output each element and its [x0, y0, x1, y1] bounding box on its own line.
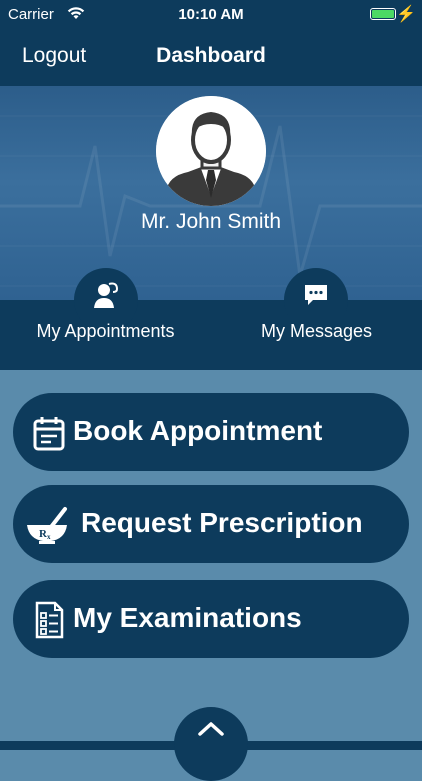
doctor-icon [94, 282, 119, 308]
battery-icon [370, 8, 396, 20]
book-appointment-label: Book Appointment [73, 415, 323, 446]
mortar-pestle-rx-icon: R x [27, 507, 67, 544]
dashboard-tabs: My Appointments My Messages [0, 268, 422, 370]
avatar[interactable] [156, 96, 266, 206]
tab-my-appointments[interactable]: My Appointments [0, 321, 211, 342]
my-examinations-label: My Examinations [73, 602, 302, 633]
user-avatar-icon [156, 96, 266, 206]
clipboard-list-icon [35, 601, 64, 639]
page-title: Dashboard [156, 44, 266, 67]
chat-bubble-icon [305, 285, 327, 305]
my-examinations-button[interactable]: My Examinations [13, 580, 409, 658]
charging-icon: ⚡ [396, 6, 416, 23]
request-prescription-label: Request Prescription [81, 507, 363, 538]
tab-my-messages[interactable]: My Messages [211, 321, 422, 342]
expand-button[interactable] [174, 707, 248, 781]
request-prescription-button[interactable]: R x Request Prescription [13, 485, 409, 563]
calendar-icon [33, 417, 65, 451]
book-appointment-button[interactable]: Book Appointment [13, 393, 409, 471]
patient-name: Mr. John Smith [140, 210, 282, 233]
clock: 10:10 AM [178, 6, 244, 23]
svg-text:x: x [47, 533, 51, 541]
profile-header: Mr. John Smith [0, 86, 422, 300]
status-bar: Carrier 10:10 AM ⚡ [0, 0, 422, 30]
chevron-up-icon [198, 722, 224, 736]
navigation-bar: Logout Dashboard [0, 30, 422, 86]
